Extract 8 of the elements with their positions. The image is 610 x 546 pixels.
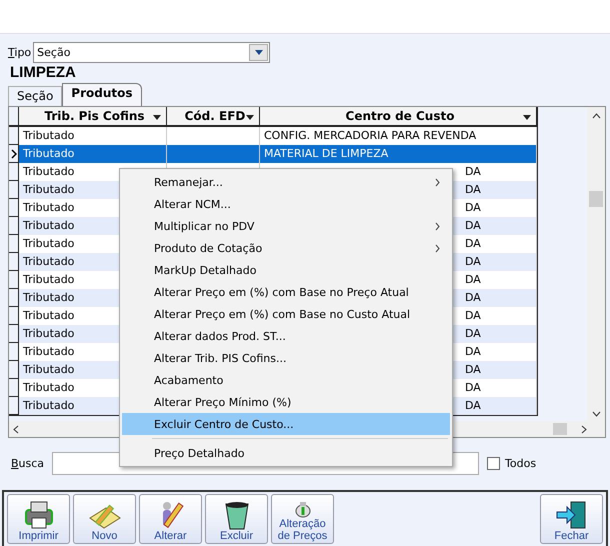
table-cell: CONFIG. MERCADORIA PARA REVENDA <box>260 127 537 145</box>
table-cell: MATERIAL DE LIMPEZA <box>260 145 537 163</box>
table-cell: Tributado <box>19 127 167 145</box>
checkbox-label: Todos <box>505 457 536 470</box>
search-label: Busca <box>11 457 44 470</box>
table-cell: Tributado <box>19 145 167 163</box>
type-label: Tipo <box>8 46 32 59</box>
section-title: LIMPEZA <box>10 64 77 81</box>
